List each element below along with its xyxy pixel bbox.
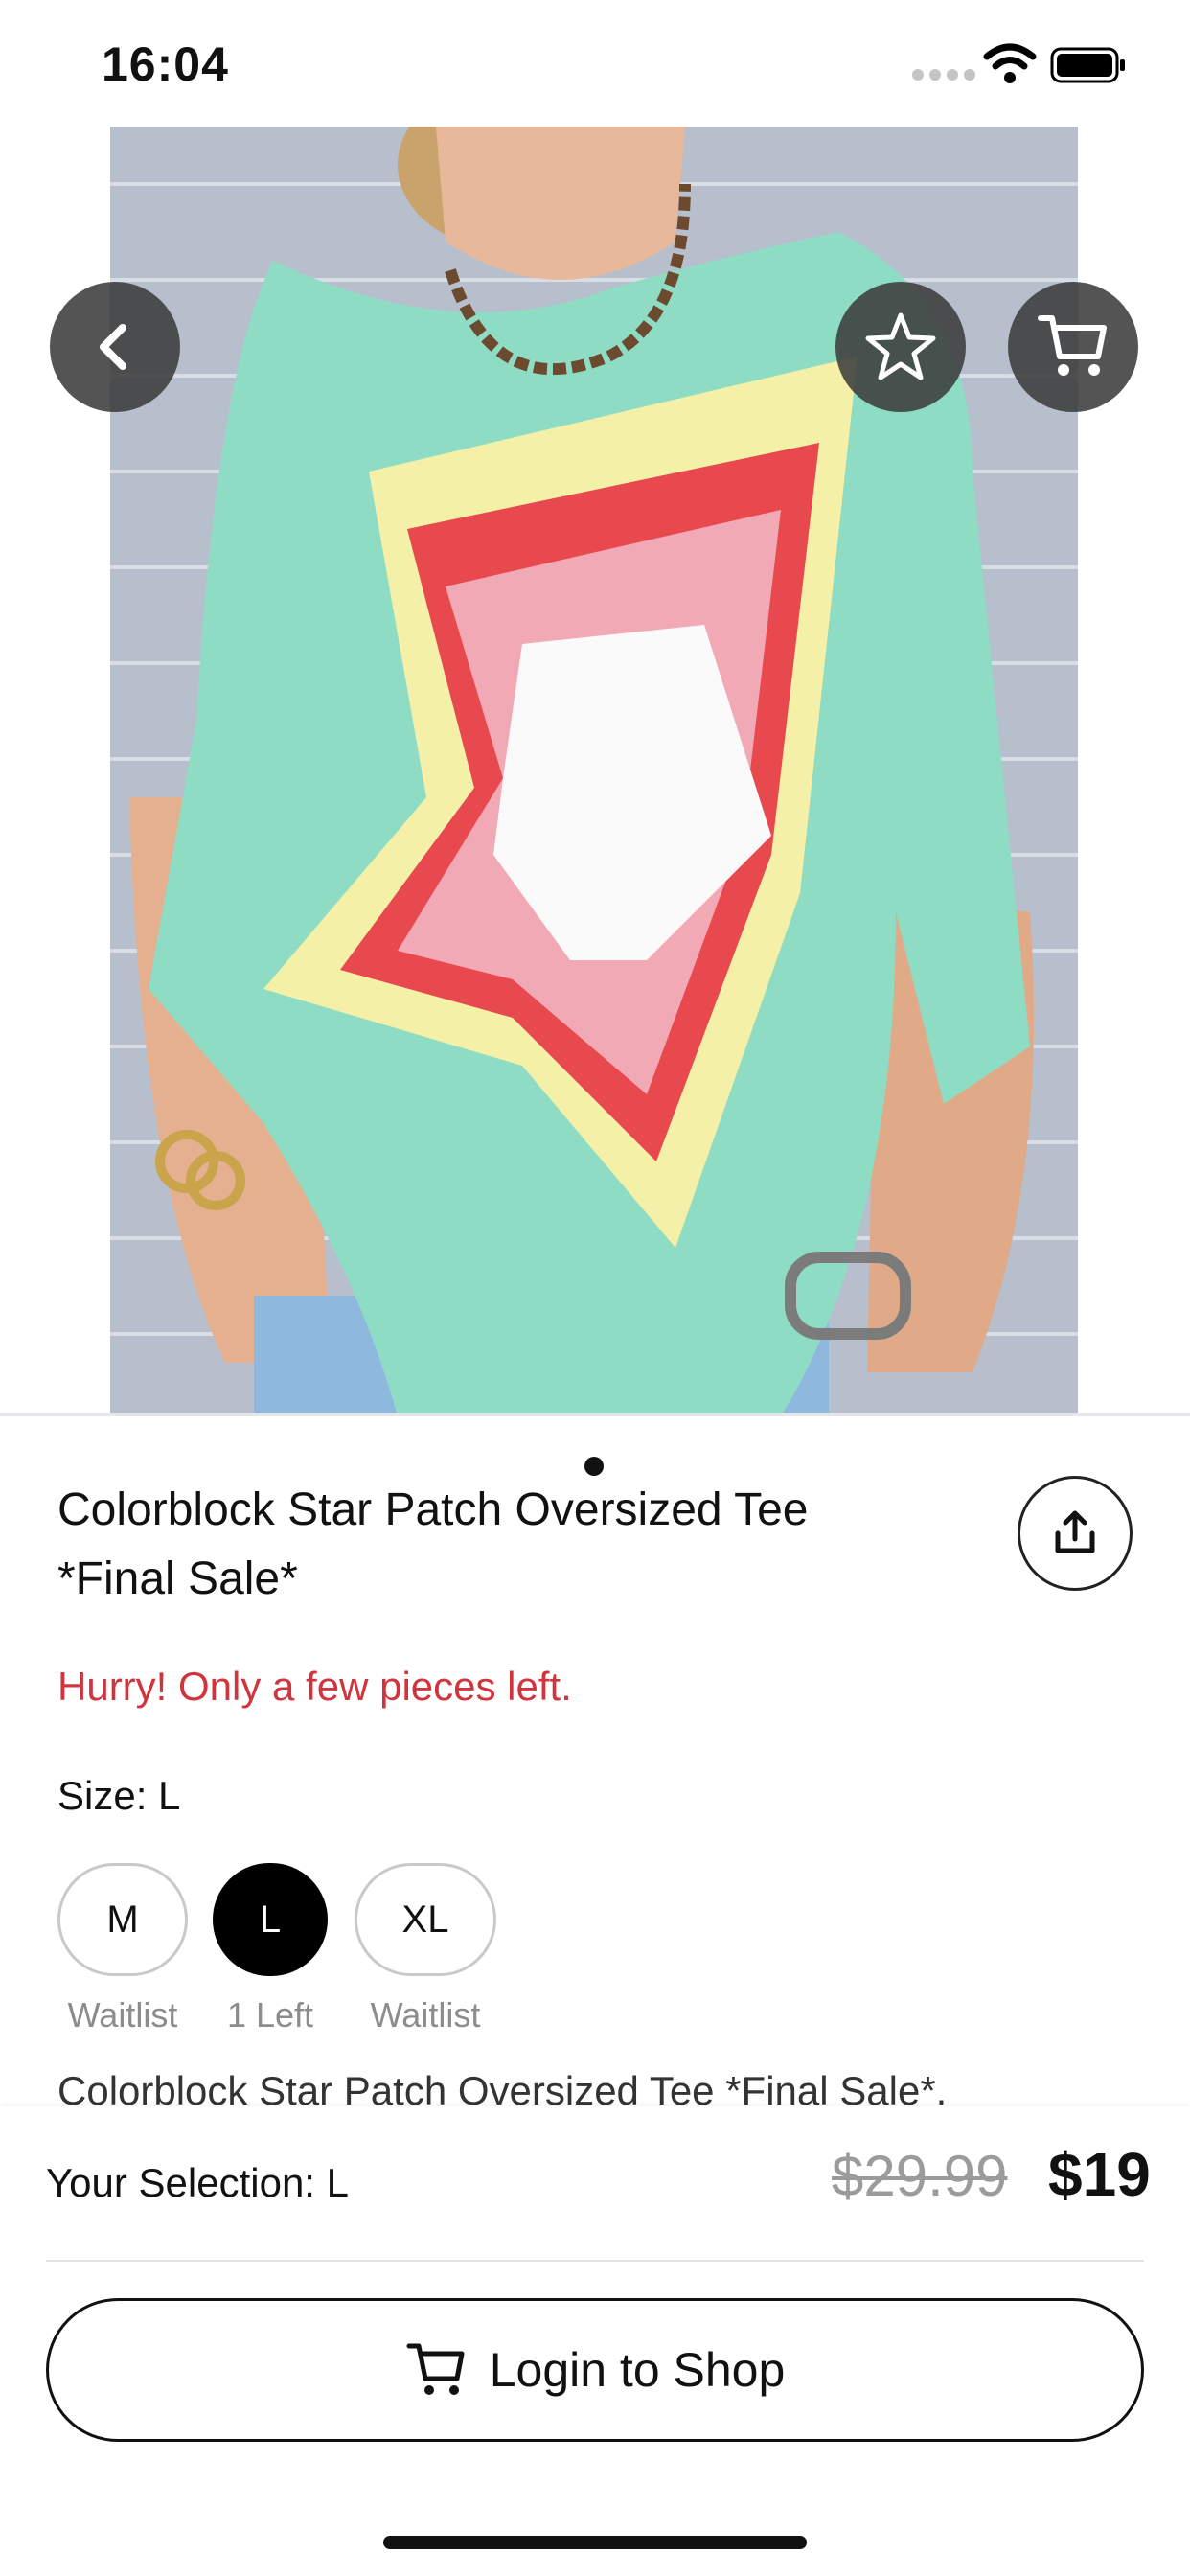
cart-button[interactable] <box>1008 282 1138 412</box>
login-to-shop-label: Login to Shop <box>489 2343 786 2397</box>
cart-icon <box>1038 315 1107 376</box>
cart-icon <box>406 2343 465 2395</box>
back-button[interactable] <box>50 282 180 412</box>
star-outline-icon <box>865 312 936 380</box>
size-note-m: Waitlist <box>67 1995 178 2035</box>
size-chip-l[interactable]: L <box>213 1863 328 1976</box>
size-chip-m[interactable]: M <box>57 1863 188 1976</box>
home-indicator[interactable] <box>383 2536 807 2549</box>
share-button[interactable] <box>1018 1476 1133 1591</box>
your-selection-label: Your Selection: L <box>46 2160 350 2205</box>
share-icon <box>1055 1510 1095 1553</box>
status-bar: 16:04 <box>0 0 1190 126</box>
selected-size-label: Size: L <box>57 1773 181 1818</box>
size-chip-xl[interactable]: XL <box>355 1863 496 1976</box>
product-detail-screen: 16:04 Colorblock Star Patch Oversized Te… <box>0 0 1190 2576</box>
size-note-xl: Waitlist <box>370 1995 481 2035</box>
status-time: 16:04 <box>102 37 229 91</box>
wifi-icon <box>983 43 1037 83</box>
sale-price: $19 <box>1048 2140 1151 2209</box>
cellular-signal-icon <box>912 69 975 80</box>
size-note-l: 1 Left <box>226 1995 314 2035</box>
favorite-button[interactable] <box>835 282 966 412</box>
battery-icon <box>1050 47 1125 83</box>
purchase-bar: Your Selection: L $29.99 $19 Login to Sh… <box>0 2106 1190 2576</box>
login-to-shop-button[interactable]: Login to Shop <box>46 2298 1144 2442</box>
product-image-carousel[interactable] <box>0 126 1190 1497</box>
low-stock-alert: Hurry! Only a few pieces left. <box>57 1664 572 1709</box>
product-title: Colorblock Star Patch Oversized Tee *Fin… <box>57 1484 809 1604</box>
divider <box>46 2260 1144 2262</box>
chevron-left-icon <box>100 324 126 370</box>
image-divider <box>0 1413 1190 1416</box>
original-price: $29.99 <box>832 2144 1008 2208</box>
